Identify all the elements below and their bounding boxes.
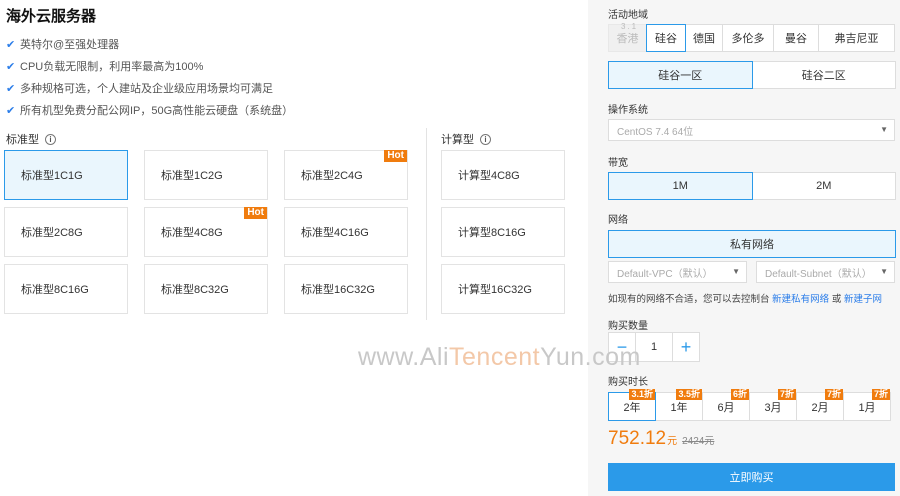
feature-item: ✔ CPU负载无限制，利用率最高为100% — [6, 56, 293, 78]
instance-card-compute-16c32g[interactable]: 计算型16C32G — [441, 264, 565, 314]
duration-option[interactable]: 6月 6折 — [702, 389, 750, 421]
network-hint: 如现有的网络不合适，您可以去控制台 新建私有网络 或 新建子网 — [608, 294, 882, 305]
zone-selector: 硅谷一区 硅谷二区 — [608, 61, 896, 89]
os-select[interactable]: CentOS 7.4 64位 ▼ — [608, 119, 895, 141]
duration-option[interactable]: 3月 7折 — [749, 389, 797, 421]
feature-item: ✔ 多种规格可选，个人建站及企业级应用场景均可满足 — [6, 78, 293, 100]
region-virginia[interactable]: 弗吉尼亚 — [818, 24, 895, 52]
compute-section-label: 计算型 i — [441, 131, 491, 147]
instance-card-standard-2c8g[interactable]: 标准型2C8G — [4, 207, 128, 257]
region-toronto[interactable]: 多伦多 — [722, 24, 774, 52]
create-vpc-link[interactable]: 新建私有网络 — [772, 294, 829, 305]
duration-option[interactable]: 1月 7折 — [843, 389, 891, 421]
price-display: 752.12 元 2424元 — [608, 428, 714, 450]
instance-card-compute-8c16g[interactable]: 计算型8C16G — [441, 207, 565, 257]
check-icon: ✔ — [6, 105, 16, 117]
duration-selector: 2年 3.1折 1年 3.5折 6月 6折 3月 7折 2月 7折 1月 7折 — [608, 389, 891, 421]
region-bangkok[interactable]: 曼谷 — [773, 24, 819, 52]
instance-card-standard-4c8g[interactable]: 标准型4C8G Hot — [144, 207, 268, 257]
instance-card-compute-4c8g[interactable]: 计算型4C8G — [441, 150, 565, 200]
instance-card-standard-1c2g[interactable]: 标准型1C2G — [144, 150, 268, 200]
region-hongkong: 3.1 香港 — [608, 22, 647, 52]
quantity-label: 购买数量 — [608, 321, 648, 332]
vpc-select[interactable]: Default-VPC（默认） ▼ — [608, 261, 747, 283]
order-panel: 活动地域 3.1 香港 硅谷 德国 多伦多 曼谷 弗吉尼亚 硅谷一区 硅谷二区 … — [588, 0, 900, 496]
original-price: 2424元 — [682, 436, 715, 447]
buy-now-button[interactable]: 立即购买 — [608, 463, 895, 491]
region-silicon-valley[interactable]: 硅谷 — [646, 24, 686, 52]
zone-option-1[interactable]: 硅谷一区 — [608, 61, 753, 89]
bandwidth-selector: 1M 2M — [608, 172, 896, 200]
discount-badge: 7折 — [777, 389, 796, 400]
feature-item: ✔ 英特尔@至强处理器 — [6, 34, 293, 56]
region-selector: 3.1 香港 硅谷 德国 多伦多 曼谷 弗吉尼亚 — [608, 22, 895, 52]
os-label: 操作系统 — [608, 105, 648, 116]
hot-badge: Hot — [384, 150, 407, 162]
chevron-down-icon: ▼ — [732, 267, 740, 276]
section-divider — [426, 128, 427, 320]
page-title: 海外云服务器 — [6, 8, 97, 25]
duration-label: 购买时长 — [608, 377, 648, 388]
check-icon: ✔ — [6, 39, 16, 51]
feature-list: ✔ 英特尔@至强处理器 ✔ CPU负载无限制，利用率最高为100% ✔ 多种规格可选，… — [6, 34, 293, 122]
region-label: 活动地域 — [608, 10, 648, 21]
product-panel: 海外云服务器 ✔ 英特尔@至强处理器 ✔ CPU负载无限制，利用率最高为100% ✔… — [0, 0, 588, 496]
bandwidth-2m[interactable]: 2M — [751, 172, 896, 200]
discount-badge: 7折 — [871, 389, 890, 400]
duration-option[interactable]: 1年 3.5折 — [655, 389, 703, 421]
info-icon[interactable]: i — [45, 133, 56, 145]
instance-card-standard-8c32g[interactable]: 标准型8C32G — [144, 264, 268, 314]
duration-option[interactable]: 2年 3.1折 — [608, 389, 656, 421]
bandwidth-1m[interactable]: 1M — [608, 172, 753, 200]
check-icon: ✔ — [6, 61, 16, 73]
discount-badge: 3.1折 — [629, 389, 655, 400]
quantity-input[interactable]: 1 — [636, 332, 672, 362]
price-unit: 元 — [667, 436, 678, 447]
network-label: 网络 — [608, 215, 628, 226]
price-value: 752.12 — [608, 428, 667, 449]
instance-card-standard-8c16g[interactable]: 标准型8C16G — [4, 264, 128, 314]
create-subnet-link[interactable]: 新建子网 — [844, 294, 882, 305]
disabled-badge: 3.1 — [621, 22, 639, 31]
info-icon[interactable]: i — [480, 133, 491, 145]
instance-card-standard-1c1g[interactable]: 标准型1C1G — [4, 150, 128, 200]
watermark: www.AliTencentYun.com — [358, 343, 641, 371]
instance-card-standard-4c16g[interactable]: 标准型4C16G — [284, 207, 408, 257]
instance-card-standard-16c32g[interactable]: 标准型16C32G — [284, 264, 408, 314]
chevron-down-icon: ▼ — [880, 267, 888, 276]
duration-option[interactable]: 2月 7折 — [796, 389, 844, 421]
hot-badge: Hot — [244, 207, 267, 219]
discount-badge: 7折 — [824, 389, 843, 400]
standard-section-label: 标准型 i — [6, 131, 56, 147]
bandwidth-label: 带宽 — [608, 158, 628, 169]
network-type-selector: 私有网络 — [608, 230, 896, 258]
discount-badge: 6折 — [730, 389, 749, 400]
instance-card-standard-2c4g[interactable]: 标准型2C4G Hot — [284, 150, 408, 200]
zone-option-2[interactable]: 硅谷二区 — [751, 61, 896, 89]
feature-item: ✔ 所有机型免费分配公网IP，50G高性能云硬盘（系统盘） — [6, 100, 293, 122]
check-icon: ✔ — [6, 83, 16, 95]
network-private[interactable]: 私有网络 — [608, 230, 896, 258]
chevron-down-icon: ▼ — [880, 125, 888, 134]
increment-button[interactable]: + — [672, 332, 700, 362]
discount-badge: 3.5折 — [676, 389, 702, 400]
region-germany[interactable]: 德国 — [685, 24, 723, 52]
subnet-select[interactable]: Default-Subnet（默认） ▼ — [756, 261, 895, 283]
